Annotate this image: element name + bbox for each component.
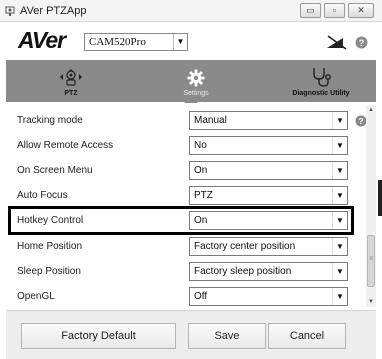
auto-focus-select[interactable]: PTZ ▼ — [189, 186, 348, 205]
tab-bar: PTZ Settings Diagnostic Utility — [6, 60, 376, 102]
window-edge — [378, 180, 382, 216]
setting-row-home-position: Home Position Factory center position ▼ — [6, 236, 356, 258]
close-icon: ✕ — [357, 5, 365, 15]
app-icon — [5, 6, 15, 16]
save-button[interactable]: Save — [188, 323, 266, 349]
minimize-icon: ▭ — [306, 5, 315, 15]
camera-select[interactable]: CAM520Pro ▼ — [84, 33, 188, 51]
chevron-down-icon: ▼ — [332, 263, 347, 280]
setting-row-auto-focus: Auto Focus PTZ ▼ — [6, 185, 356, 207]
setting-row-allow-remote-access: Allow Remote Access No ▼ — [6, 135, 356, 157]
brand-row: AVer CAM520Pro ▼ ? — [0, 22, 382, 60]
setting-label: Auto Focus — [17, 190, 68, 201]
on-screen-menu-select[interactable]: On ▼ — [189, 161, 348, 180]
tracking-mode-select[interactable]: Manual ▼ — [189, 111, 348, 130]
svg-text:?: ? — [358, 116, 363, 126]
setting-label: Home Position — [17, 241, 83, 252]
grip-icon: ≡ — [369, 256, 373, 262]
setting-label: On Screen Menu — [17, 165, 93, 176]
tab-ptz-label: PTZ — [64, 90, 78, 97]
tab-diagnostic-utility-label: Diagnostic Utility — [292, 90, 350, 97]
select-value: Factory center position — [194, 241, 296, 252]
chevron-down-icon: ▼ — [332, 187, 347, 204]
chevron-down-icon: ▼ — [332, 112, 347, 129]
setting-row-on-screen-menu: On Screen Menu On ▼ — [6, 160, 356, 182]
select-value: Manual — [194, 115, 227, 126]
tab-settings-label: Settings — [183, 90, 209, 97]
select-value: Factory sleep position — [194, 266, 292, 277]
gear-icon — [187, 69, 205, 87]
window-title: AVer PTZApp — [20, 5, 87, 17]
camera-select-value: CAM520Pro — [89, 36, 146, 48]
help-icon[interactable]: ? — [355, 36, 368, 49]
cancel-button[interactable]: Cancel — [268, 323, 346, 349]
chevron-down-icon: ▼ — [332, 162, 347, 179]
setting-row-opengl: OpenGL Off ▼ — [6, 286, 356, 308]
minimize-button[interactable]: ▭ — [300, 3, 321, 18]
svg-text:?: ? — [359, 38, 365, 48]
chevron-down-icon: ▼ — [173, 34, 187, 50]
select-value: On — [194, 165, 208, 176]
setting-label: OpenGL — [17, 291, 55, 302]
allow-remote-access-select[interactable]: No ▼ — [189, 136, 348, 155]
hotkey-control-highlight — [8, 206, 354, 235]
scroll-thumb[interactable]: ≡ — [367, 235, 375, 287]
opengl-select[interactable]: Off ▼ — [189, 287, 348, 306]
bottom-bar: Factory Default Save Cancel — [6, 310, 376, 359]
scroll-down-arrow-icon[interactable]: ▼ — [366, 297, 376, 307]
chevron-down-icon: ▼ — [332, 137, 347, 154]
setting-label: Sleep Position — [17, 266, 81, 277]
no-signal-icon[interactable] — [325, 34, 347, 50]
factory-default-button[interactable]: Factory Default — [21, 323, 176, 349]
select-value: No — [194, 140, 207, 151]
close-button[interactable]: ✕ — [348, 3, 374, 18]
setting-label: Tracking mode — [17, 115, 83, 126]
setting-label: Allow Remote Access — [17, 140, 114, 151]
setting-row-tracking-mode: Tracking mode Manual ▼ ? — [6, 110, 367, 132]
maximize-button[interactable]: ▫ — [324, 3, 345, 18]
setting-row-sleep-position: Sleep Position Factory sleep position ▼ — [6, 261, 356, 283]
home-position-select[interactable]: Factory center position ▼ — [189, 237, 348, 256]
select-value: Off — [194, 291, 208, 302]
aver-logo: AVer — [18, 27, 66, 53]
tab-settings[interactable]: Settings — [166, 60, 226, 102]
select-value: PTZ — [194, 190, 213, 201]
sleep-position-select[interactable]: Factory sleep position ▼ — [189, 262, 348, 281]
vertical-scrollbar[interactable]: ▲ ≡ ▼ — [366, 105, 376, 307]
chevron-down-icon: ▼ — [332, 238, 347, 255]
stethoscope-icon — [313, 68, 331, 87]
tab-ptz[interactable]: PTZ — [46, 60, 96, 102]
scroll-up-arrow-icon[interactable]: ▲ — [366, 105, 376, 115]
tab-diagnostic-utility[interactable]: Diagnostic Utility — [276, 60, 366, 102]
maximize-icon: ▫ — [332, 5, 337, 15]
chevron-down-icon: ▼ — [332, 288, 347, 305]
title-bar: AVer PTZApp ▭ ▫ ✕ — [0, 0, 382, 22]
settings-list: Tracking mode Manual ▼ ? Allow Remote Ac… — [6, 103, 376, 308]
ptz-icon — [60, 69, 82, 86]
